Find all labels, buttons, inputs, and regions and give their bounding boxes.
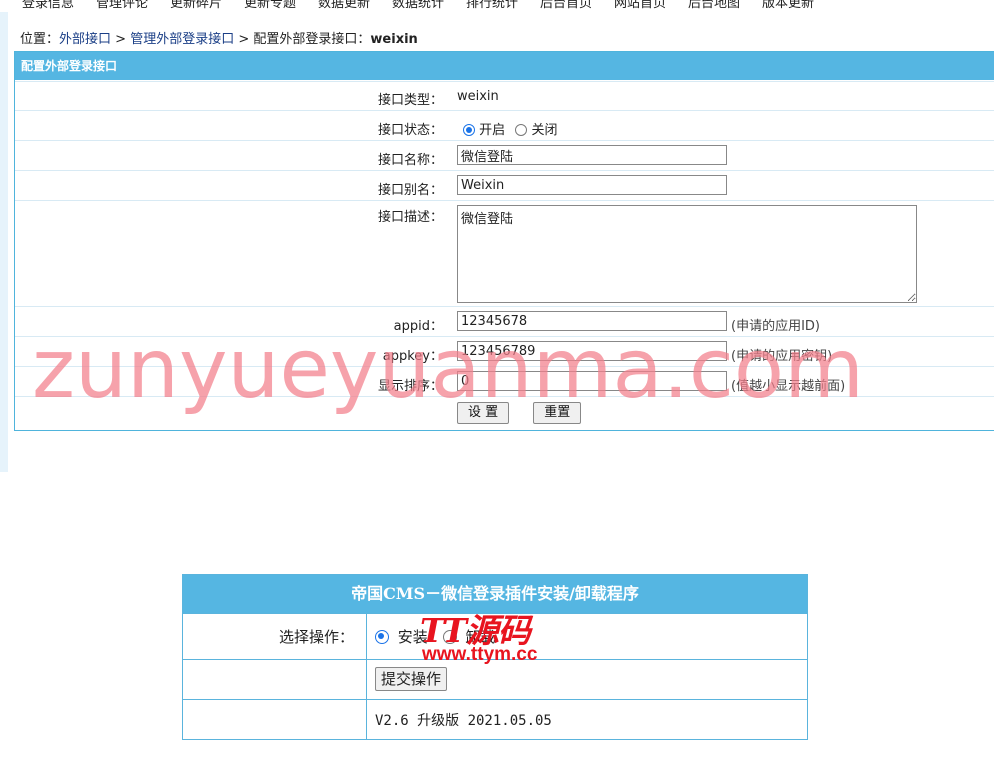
nav-item[interactable]: 排行统计 <box>466 0 518 11</box>
nav-item[interactable]: 后台首页 <box>540 0 592 11</box>
row-appid: appid： (申请的应用ID) <box>15 306 994 337</box>
row-type: 接口类型： weixin <box>15 81 994 111</box>
top-nav: 登录信息 管理评论 更新碎片 更新专题 数据更新 数据统计 排行统计 后台首页 … <box>0 0 994 12</box>
submit-row-label <box>183 660 367 700</box>
nav-item[interactable]: 登录信息 <box>22 0 74 11</box>
description-textarea[interactable]: 微信登陆 <box>457 205 917 303</box>
name-label: 接口名称： <box>377 153 443 168</box>
uninstall-label: 卸载 <box>465 628 496 646</box>
breadcrumb-sep: > <box>111 32 131 47</box>
version-row-label <box>183 700 367 740</box>
operation-label: 选择操作： <box>183 614 367 660</box>
status-on-radio[interactable] <box>463 124 475 136</box>
row-alias: 接口别名： <box>15 170 994 201</box>
breadcrumb: 位置：外部接口 > 管理外部登录接口 > 配置外部登录接口：weixin <box>20 28 418 47</box>
appkey-hint: (申请的应用密钥) <box>731 349 833 364</box>
config-form: 配置外部登录接口 接口类型： weixin 接口状态： 开启 关闭 接口名称： … <box>14 51 994 431</box>
order-label: 显示排序： <box>377 379 443 394</box>
row-order: 显示排序： (值越小显示越前面) <box>15 366 994 397</box>
install-label: 安装 <box>397 628 428 646</box>
nav-item[interactable]: 管理评论 <box>96 0 148 11</box>
nav-item[interactable]: 更新专题 <box>244 0 296 11</box>
alias-input[interactable] <box>457 175 727 195</box>
appkey-label: appkey： <box>382 349 443 364</box>
row-description: 接口描述： 微信登陆 <box>15 200 994 307</box>
row-actions: 设 置 重置 <box>15 396 994 430</box>
breadcrumb-manage-login[interactable]: 管理外部登录接口 <box>130 32 234 47</box>
install-radio[interactable] <box>375 630 389 644</box>
status-label: 接口状态： <box>377 123 443 138</box>
type-value: weixin <box>457 89 499 104</box>
config-form-header: 配置外部登录接口 <box>15 52 994 80</box>
installer-title: 帝国CMS－微信登录插件安装/卸载程序 <box>183 575 807 613</box>
type-label: 接口类型： <box>377 93 443 108</box>
row-status: 接口状态： 开启 关闭 <box>15 110 994 141</box>
status-on-label: 开启 <box>479 123 506 138</box>
breadcrumb-prefix: 位置： <box>20 32 60 47</box>
alias-label: 接口别名： <box>377 183 443 198</box>
status-off-label: 关闭 <box>531 123 558 138</box>
appkey-input[interactable] <box>457 341 727 361</box>
description-label: 接口描述： <box>377 210 443 225</box>
status-off-radio[interactable] <box>515 124 528 136</box>
submit-operation-button[interactable]: 提交操作 <box>375 667 448 691</box>
nav-item[interactable]: 网站首页 <box>614 0 666 11</box>
row-appkey: appkey： (申请的应用密钥) <box>15 336 994 367</box>
submit-button[interactable]: 设 置 <box>457 402 510 424</box>
uninstall-radio[interactable] <box>442 630 457 644</box>
installer-row-operation: 选择操作： 安装 卸载 <box>183 613 807 660</box>
breadcrumb-config: 配置外部登录接口： <box>253 32 371 47</box>
appid-label: appid： <box>393 319 443 334</box>
nav-item[interactable]: 后台地图 <box>688 0 740 11</box>
name-input[interactable] <box>457 145 727 165</box>
order-input[interactable] <box>457 371 727 391</box>
nav-item[interactable]: 版本更新 <box>762 0 814 11</box>
installer-row-submit: 提交操作 <box>183 659 807 700</box>
breadcrumb-sep: > <box>234 32 254 47</box>
operation-options: 安装 卸载 <box>375 626 495 647</box>
breadcrumb-current: weixin <box>370 32 418 47</box>
nav-item[interactable]: 数据更新 <box>318 0 370 11</box>
nav-item[interactable]: 更新碎片 <box>170 0 222 11</box>
reset-button[interactable]: 重置 <box>533 402 582 424</box>
nav-item[interactable]: 数据统计 <box>392 0 444 11</box>
status-options: 开启 关闭 <box>457 119 557 138</box>
installer-table: 帝国CMS－微信登录插件安装/卸载程序 选择操作： 安装 卸载 提交操作 V2.… <box>182 574 808 740</box>
version-text: V2.6 升级版 2021.05.05 <box>375 713 552 729</box>
appid-hint: (申请的应用ID) <box>731 319 820 334</box>
order-hint: (值越小显示越前面) <box>731 379 846 394</box>
breadcrumb-external-api[interactable]: 外部接口 <box>59 32 111 47</box>
row-name: 接口名称： <box>15 140 994 171</box>
appid-input[interactable] <box>457 311 727 331</box>
installer-row-version: V2.6 升级版 2021.05.05 <box>183 699 807 740</box>
